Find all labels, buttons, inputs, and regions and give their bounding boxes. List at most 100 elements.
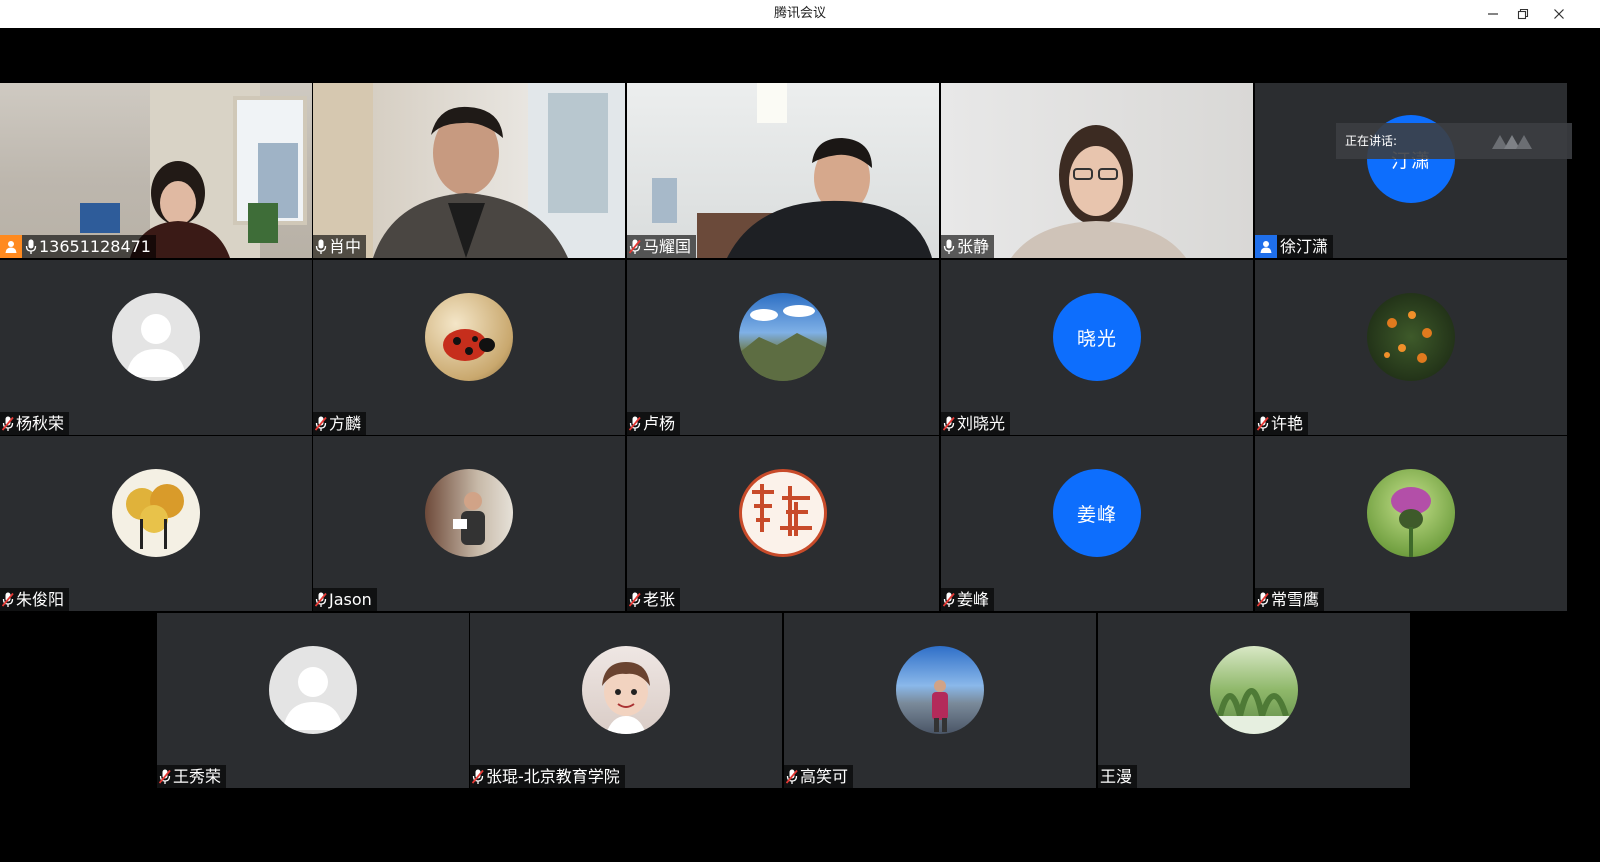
video-gallery: 13651128471 肖中 马耀国 张静 汀潇 徐汀潇 杨秋荣 方麟 卢杨 晓…: [0, 28, 1600, 862]
microphone-muted-icon: [629, 592, 641, 607]
microphone-muted-icon: [315, 416, 327, 431]
participant-tile[interactable]: 晓光 刘晓光: [941, 260, 1253, 435]
default-avatar: [112, 293, 200, 381]
microphone-icon: [25, 239, 37, 254]
participant-name: 高笑可: [800, 767, 849, 786]
audio-wave-icon: [1492, 135, 1532, 149]
participant-tile[interactable]: 高笑可: [784, 613, 1096, 788]
participant-name: 马耀国: [643, 237, 692, 256]
participant-tile[interactable]: Jason: [313, 436, 625, 611]
microphone-icon: [943, 239, 955, 254]
window-title: 腾讯会议: [773, 6, 826, 21]
participant-name: 张琨-北京教育学院: [486, 767, 620, 786]
video-feed-man-suit: [313, 83, 625, 258]
cohost-badge: [1255, 235, 1277, 258]
participant-name-label: 13651128471: [0, 235, 156, 258]
participant-name-label: 马耀国: [627, 235, 697, 258]
participant-tile[interactable]: 张琨-北京教育学院: [470, 613, 782, 788]
minimize-button[interactable]: [1478, 0, 1508, 28]
participant-tile[interactable]: 朱俊阳: [0, 436, 312, 611]
participant-name: 许艳: [1271, 414, 1304, 433]
speaking-indicator: 正在讲话:: [1336, 123, 1572, 159]
user-icon: [1260, 241, 1272, 253]
speaking-label: 正在讲话:: [1345, 134, 1398, 148]
participant-name: 徐汀潇: [1280, 237, 1329, 256]
microphone-icon: [315, 239, 327, 254]
participant-name-label: 许艳: [1255, 412, 1309, 435]
participant-name-label: 肖中: [313, 235, 367, 258]
participant-tile[interactable]: 老张: [627, 436, 939, 611]
participant-name: 老张: [643, 590, 676, 609]
host-badge: [0, 235, 22, 258]
participant-name: 肖中: [329, 237, 362, 256]
participant-tile[interactable]: 王漫: [1098, 613, 1410, 788]
speaker-photo-avatar: [425, 469, 513, 557]
participant-name: 13651128471: [39, 237, 151, 256]
microphone-muted-icon: [2, 416, 14, 431]
microphone-muted-icon: [1257, 416, 1269, 431]
default-user-icon: [126, 314, 186, 377]
participant-name: 姜峰: [957, 590, 990, 609]
participant-tile[interactable]: 13651128471: [0, 83, 312, 258]
participant-tile[interactable]: 方麟: [313, 260, 625, 435]
initials-avatar: 晓光: [1053, 293, 1141, 381]
close-button[interactable]: [1544, 0, 1574, 28]
participant-tile[interactable]: 马耀国: [627, 83, 939, 258]
participant-name: 王漫: [1100, 767, 1133, 786]
microphone-muted-icon: [943, 416, 955, 431]
participant-name-label: 姜峰: [941, 588, 995, 611]
thistle-photo-avatar: [1367, 469, 1455, 557]
participant-name-label: Jason: [313, 588, 377, 611]
participant-name-label: 杨秋荣: [0, 412, 70, 435]
participant-name: 常雪鹰: [1271, 590, 1320, 609]
child-photo-avatar: [582, 646, 670, 734]
participant-name-label: 王秀荣: [157, 765, 227, 788]
microphone-muted-icon: [943, 592, 955, 607]
video-feed-woman-glasses: [1011, 125, 1186, 258]
participant-tile[interactable]: 姜峰 姜峰: [941, 436, 1253, 611]
participant-name: 王秀荣: [173, 767, 222, 786]
flowers-photo-avatar: [1367, 293, 1455, 381]
video-feed-office-woman: [80, 83, 307, 258]
minimize-icon: [1488, 13, 1498, 15]
autumn-tree-painting-avatar: [112, 469, 200, 557]
participant-tile[interactable]: 许艳: [1255, 260, 1567, 435]
participant-name: 卢杨: [643, 414, 676, 433]
participant-name-label: 朱俊阳: [0, 588, 70, 611]
video-feed-man-earphones: [652, 83, 932, 258]
participant-name-label: 方麟: [313, 412, 367, 435]
participant-name-label: 刘晓光: [941, 412, 1011, 435]
participant-tile[interactable]: 张静: [941, 83, 1253, 258]
participant-name-label: 王漫: [1098, 765, 1138, 788]
microphone-muted-icon: [629, 239, 641, 254]
participant-name-label: 张琨-北京教育学院: [470, 765, 625, 788]
participant-name: Jason: [329, 590, 372, 609]
participant-tile[interactable]: 肖中: [313, 83, 625, 258]
close-icon: [1554, 9, 1564, 19]
participant-tile[interactable]: 卢杨: [627, 260, 939, 435]
participant-tile[interactable]: 王秀荣: [157, 613, 469, 788]
participant-tile[interactable]: 汀潇 徐汀潇: [1255, 83, 1567, 258]
microphone-muted-icon: [629, 416, 641, 431]
participant-name-label: 高笑可: [784, 765, 854, 788]
microphone-muted-icon: [1257, 592, 1269, 607]
participant-name-label: 徐汀潇: [1255, 235, 1334, 258]
lakeside-photo-avatar: [896, 646, 984, 734]
title-bar: 腾讯会议: [0, 0, 1600, 29]
participant-name: 朱俊阳: [16, 590, 65, 609]
participant-tile[interactable]: 常雪鹰: [1255, 436, 1567, 611]
participant-name-label: 卢杨: [627, 412, 681, 435]
participant-name-label: 老张: [627, 588, 681, 611]
restore-icon: [1517, 8, 1529, 20]
microphone-muted-icon: [159, 769, 171, 784]
default-avatar: [269, 646, 357, 734]
microphone-muted-icon: [786, 769, 798, 784]
participant-name: 张静: [957, 237, 990, 256]
microphone-muted-icon: [472, 769, 484, 784]
participant-name-label: 常雪鹰: [1255, 588, 1325, 611]
initials-avatar: 姜峰: [1053, 469, 1141, 557]
restore-button[interactable]: [1508, 0, 1538, 28]
participant-tile[interactable]: 杨秋荣: [0, 260, 312, 435]
red-seal-stamp-avatar: [739, 469, 827, 557]
microphone-muted-icon: [315, 592, 327, 607]
